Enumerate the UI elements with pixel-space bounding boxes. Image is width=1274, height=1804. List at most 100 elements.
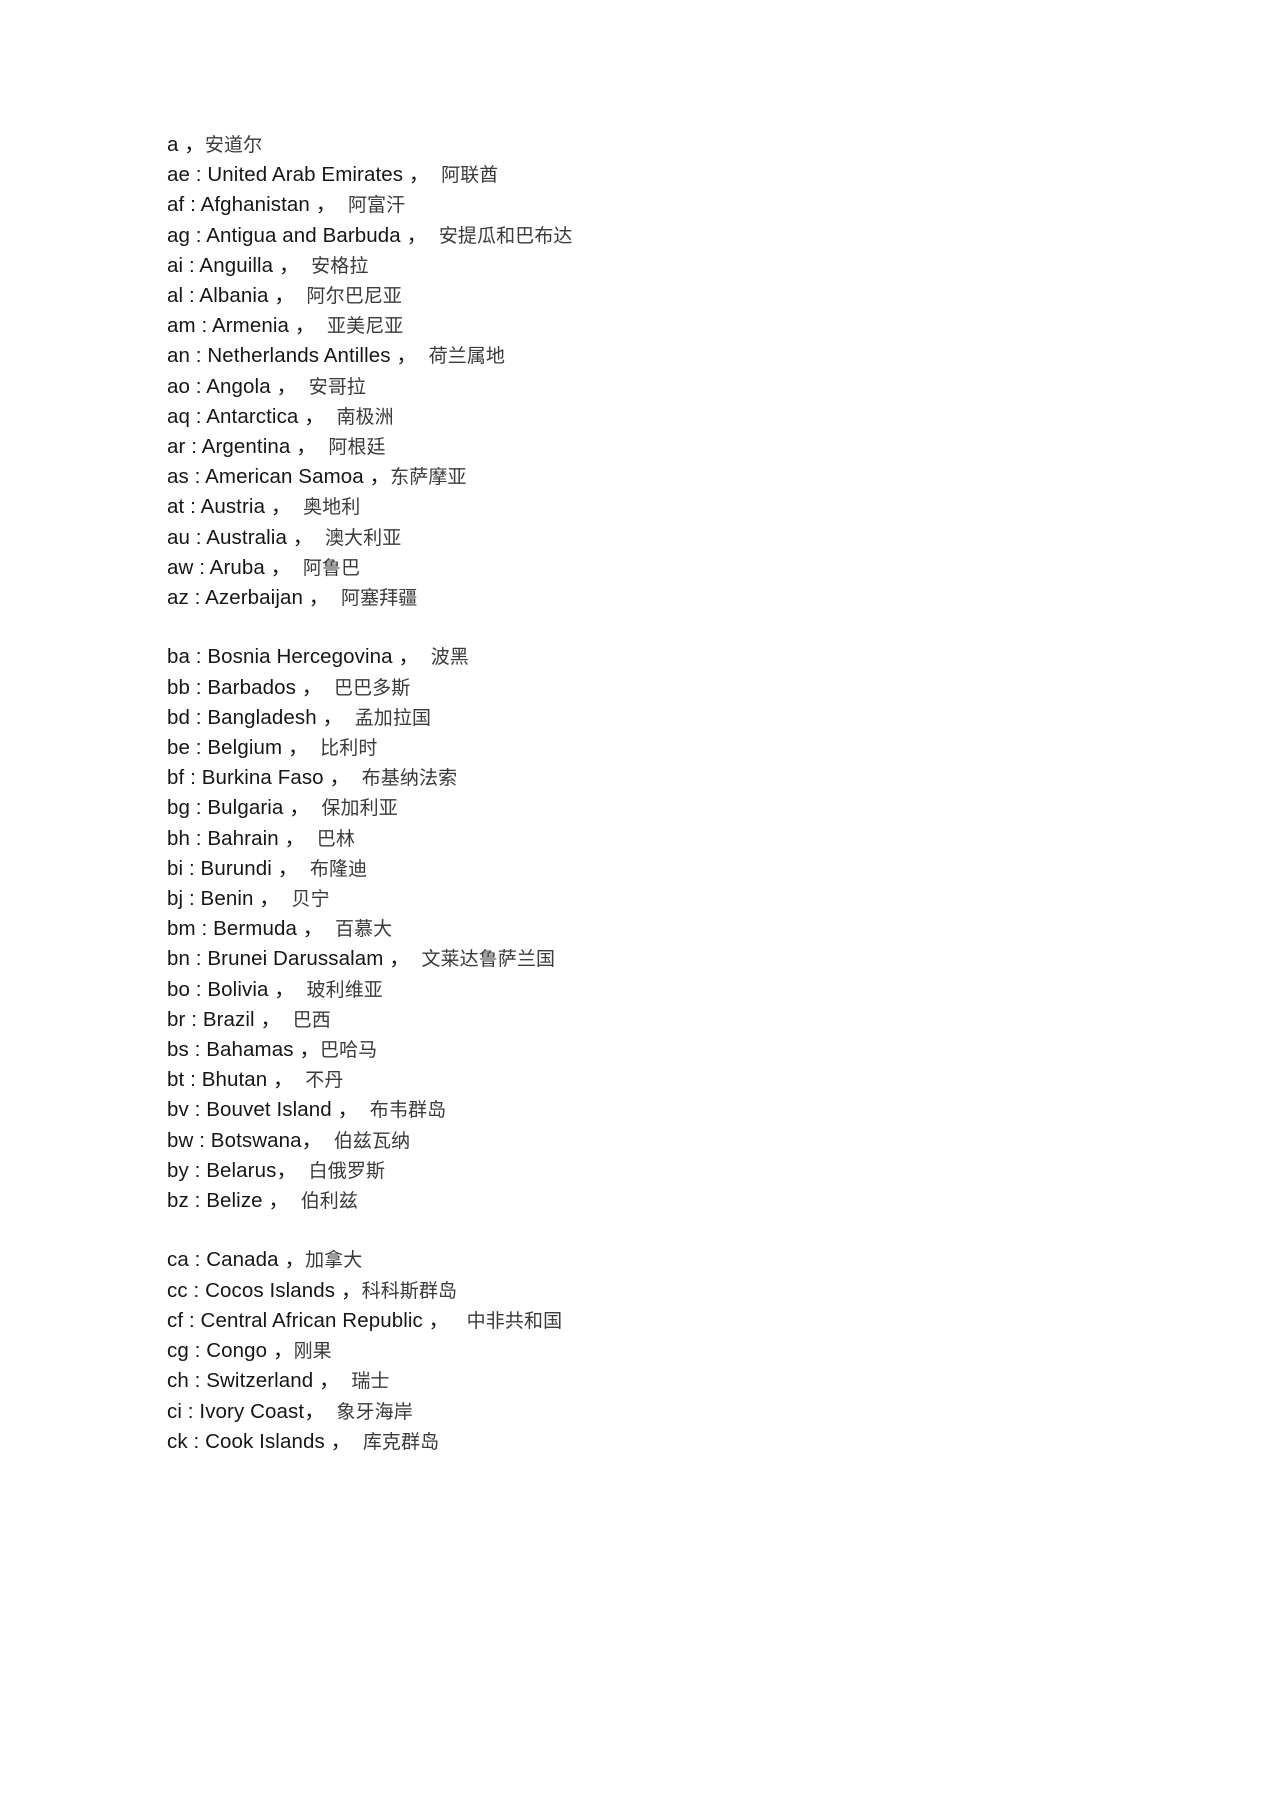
code-name-separator: : [190, 374, 207, 398]
country-entry: ar : Argentina ， 阿根廷 [167, 432, 1117, 462]
country-name-en: Bolivia [207, 977, 269, 1001]
country-name-en: Bangladesh [207, 705, 317, 729]
country-name-en: Antarctica [206, 404, 299, 428]
code-name-separator: : [190, 223, 207, 247]
country-name-zh: 文莱达鲁萨兰国 [421, 948, 556, 971]
name-punctuation: ， [264, 555, 303, 579]
country-code: cg [167, 1339, 189, 1363]
name-punctuation: ， [304, 1399, 337, 1423]
country-name-en: Australia [206, 525, 287, 549]
country-entry: bi : Burundi ， 布隆迪 [167, 854, 1117, 884]
name-punctuation: ， [331, 1098, 370, 1122]
country-code: ai [167, 253, 184, 277]
country-entry: aw : Aruba ， 阿鲁巴 [167, 553, 1117, 583]
country-entry: be : Belgium ， 比利时 [167, 733, 1117, 763]
country-code: bi [167, 856, 184, 880]
country-entry: at : Austria ， 奥地利 [167, 492, 1117, 522]
country-name-zh: 波黑 [430, 646, 469, 669]
code-name-separator: : [195, 917, 214, 941]
name-punctuation: ， [298, 404, 337, 428]
name-punctuation: ， [323, 766, 362, 790]
name-punctuation: ， [270, 374, 309, 398]
country-code: aw [167, 555, 194, 579]
country-name-en: Azerbaijan [205, 586, 303, 610]
country-code: bf [167, 766, 185, 790]
country-name-zh: 加拿大 [305, 1249, 363, 1272]
country-entry: bh : Bahrain ， 巴林 [167, 824, 1117, 854]
code-group-b: ba : Bosnia Hercegovina ， 波黑 bb : Barbado… [167, 642, 1117, 1216]
country-code: bg [167, 796, 191, 820]
name-punctuation: ， [313, 1369, 352, 1393]
country-name-zh: 布隆迪 [309, 857, 368, 880]
name-punctuation: ， [335, 1278, 362, 1302]
code-name-separator: : [190, 344, 208, 368]
name-punctuation: ， [273, 253, 312, 277]
code-name-separator: : [183, 887, 201, 911]
code-name-separator: : [195, 314, 212, 338]
country-entry: bs : Bahamas ，巴哈马 [167, 1035, 1117, 1065]
country-name-en: Belgium [207, 736, 283, 760]
country-name-en: Brunei Darussalam [207, 947, 384, 971]
name-punctuation: ， [267, 1068, 306, 1092]
code-name-separator: ， [178, 133, 205, 156]
code-name-separator: : [190, 947, 208, 971]
code-group-c: ca : Canada ，加拿大 cc : Cocos Islands ，科科斯群… [167, 1245, 1117, 1456]
country-name-zh: 亚美尼亚 [327, 315, 404, 338]
name-punctuation: ， [400, 223, 439, 247]
country-name-zh: 荷兰属地 [428, 345, 505, 368]
country-entry: bn : Brunei Darussalam ， 文莱达鲁萨兰国 [167, 944, 1117, 974]
country-name-zh: 阿联酋 [441, 164, 499, 187]
country-code: ag [167, 223, 191, 247]
country-name-zh: 南极洲 [336, 405, 394, 428]
country-name-en: Congo [206, 1339, 268, 1363]
country-entry: ca : Canada ，加拿大 [167, 1245, 1117, 1275]
country-entry: cf : Central African Republic ， 中非共和国 [167, 1306, 1117, 1336]
country-name-en: Austria [200, 495, 266, 519]
country-code: bz [167, 1189, 189, 1213]
country-entry: cc : Cocos Islands ，科科斯群岛 [167, 1276, 1117, 1306]
name-punctuation: ， [309, 193, 348, 217]
code-name-separator: : [183, 1308, 201, 1332]
country-name-zh: 白俄罗斯 [308, 1159, 386, 1182]
code-name-separator: : [184, 766, 202, 790]
country-name-en: Burundi [200, 856, 272, 880]
country-name-en: Aruba [209, 555, 265, 579]
country-name-en: Canada [206, 1248, 279, 1272]
name-punctuation: ， [278, 826, 317, 850]
country-code: bm [167, 917, 196, 941]
country-code: az [167, 586, 189, 610]
country-entry: bd : Bangladesh ， 孟加拉国 [167, 703, 1117, 733]
country-entry: br : Brazil ， 巴西 [167, 1005, 1117, 1035]
country-name-zh: 巴哈马 [319, 1039, 378, 1062]
country-name-en: Bosnia Hercegovina [207, 645, 393, 669]
country-code: bj [167, 887, 184, 911]
country-entry: al : Albania ， 阿尔巴尼亚 [167, 281, 1117, 311]
country-code: a [167, 133, 179, 156]
country-name-zh: 刚果 [293, 1340, 332, 1363]
name-punctuation: ， [303, 586, 341, 610]
country-name-zh: 布基纳法索 [361, 767, 458, 790]
country-name-zh: 百慕大 [334, 918, 393, 941]
code-name-separator: : [190, 977, 208, 1001]
country-name-zh: 象牙海岸 [336, 1400, 413, 1423]
code-name-separator: : [190, 525, 207, 549]
code-name-separator: : [182, 1399, 200, 1423]
country-entry: aq : Antarctica ， 南极洲 [167, 402, 1117, 432]
name-punctuation: ， [293, 1038, 320, 1062]
country-name-en: Burkina Faso [201, 766, 324, 790]
code-name-separator: : [190, 796, 208, 820]
country-name-en: Armenia [211, 314, 289, 338]
country-name-en: Ivory Coast [199, 1399, 305, 1423]
country-code: ba [167, 645, 191, 669]
code-name-separator: : [190, 826, 208, 850]
country-entry: ao : Angola ， 安哥拉 [167, 372, 1117, 402]
country-name-zh: 瑞士 [351, 1370, 390, 1393]
country-name-zh: 阿富汗 [347, 194, 406, 217]
country-name-en: American Samoa [205, 465, 364, 489]
name-punctuation: ， [301, 1128, 334, 1152]
name-punctuation: ， [268, 284, 307, 308]
country-name-en: Afghanistan [200, 193, 310, 217]
country-code: bb [167, 675, 191, 699]
country-name-zh: 玻利维亚 [306, 978, 383, 1001]
name-punctuation: ， [271, 856, 310, 880]
